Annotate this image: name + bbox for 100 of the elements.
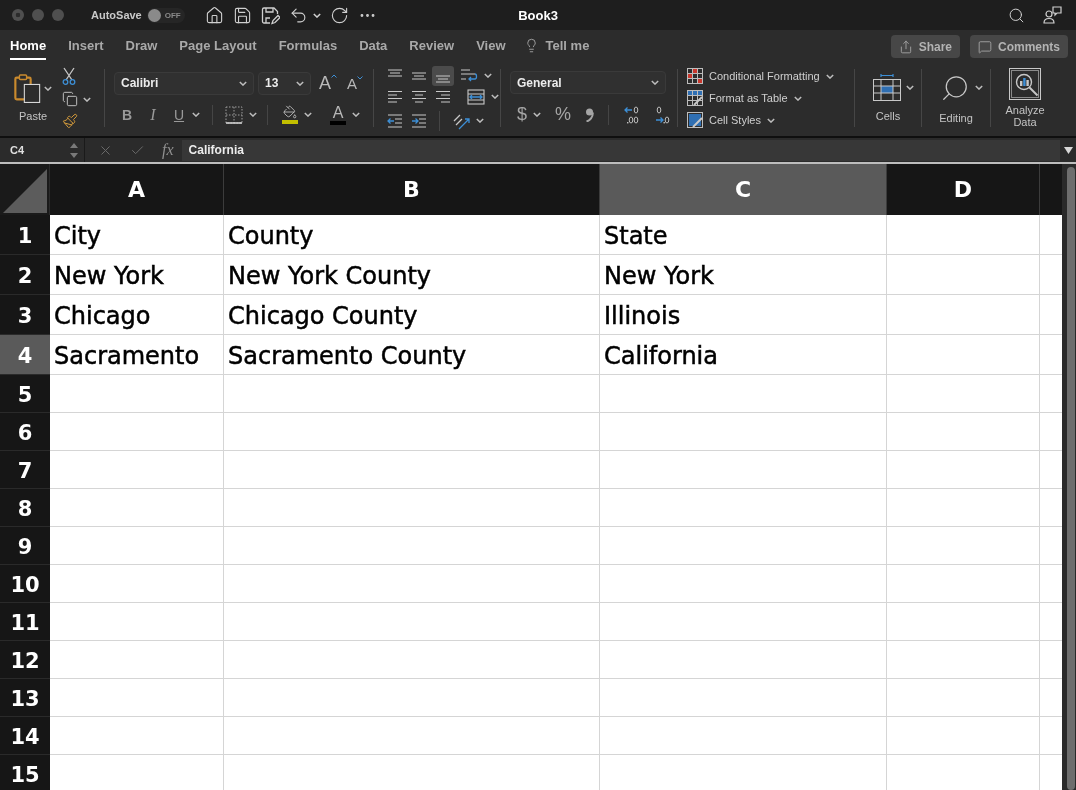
copy-icon[interactable] (62, 91, 78, 107)
wrap-text-icon[interactable] (460, 67, 478, 84)
toggle-knob (147, 8, 161, 22)
font-name-select[interactable]: Calibri (114, 71, 254, 95)
styles-menu-button[interactable]: Conditional Formatting (687, 66, 834, 86)
save-edit-icon[interactable] (260, 5, 280, 25)
chevron-down-icon (491, 94, 499, 99)
borders-button[interactable] (225, 105, 257, 124)
row-header[interactable]: 13 (0, 679, 50, 717)
row-header[interactable]: 15 (0, 755, 50, 790)
scissors-icon[interactable] (62, 67, 76, 85)
people-chat-icon[interactable] (1043, 6, 1062, 24)
chevron-down-icon (352, 112, 360, 117)
select-all-triangle-icon[interactable] (3, 169, 47, 213)
font-style-button[interactable]: U (171, 106, 187, 123)
grow-font-button[interactable]: A (319, 74, 337, 92)
number-format-select[interactable]: General (510, 71, 666, 94)
menu-tab[interactable]: Page Layout (179, 30, 257, 60)
paint-bucket-icon (283, 105, 297, 119)
row-header[interactable]: 7 (0, 451, 50, 489)
name-box[interactable]: C4 (0, 138, 85, 162)
align-icon (411, 71, 427, 80)
chevron-down-icon (296, 80, 304, 86)
menu-tab[interactable]: Data (359, 30, 388, 60)
row-header[interactable]: 3 (0, 295, 50, 335)
chevron-down-icon (484, 73, 492, 78)
column-header[interactable]: D (887, 164, 1040, 215)
save-icon[interactable] (232, 5, 252, 25)
row-header[interactable]: 12 (0, 641, 50, 679)
cells-button[interactable]: Cells (864, 63, 912, 133)
format-table-icon (687, 90, 703, 106)
row-header[interactable]: 6 (0, 413, 50, 451)
editing-button[interactable]: Editing (931, 63, 981, 133)
align-icon[interactable] (411, 89, 427, 104)
menu-tab[interactable]: Draw (125, 30, 158, 60)
scrollbar-thumb[interactable] (1067, 167, 1075, 790)
expand-triangle-icon[interactable] (1064, 146, 1073, 154)
row-header[interactable]: 4 (0, 335, 50, 375)
row-header[interactable]: 5 (0, 375, 50, 413)
insert-function-button[interactable]: fx (162, 141, 174, 159)
styles-menu-button[interactable]: Format as Table (687, 88, 834, 108)
decrease-decimal-icon[interactable] (654, 105, 672, 124)
row-header[interactable]: 11 (0, 603, 50, 641)
merge-cells-icon[interactable] (467, 88, 485, 105)
share-icon (898, 39, 913, 54)
chevron-down-icon (476, 118, 484, 123)
row-header[interactable]: 9 (0, 527, 50, 565)
caret-up-icon (331, 74, 337, 78)
search-icon[interactable] (1008, 6, 1025, 24)
indent-icon[interactable] (387, 113, 403, 128)
window-title: Book3 (518, 7, 558, 23)
font-color-button[interactable]: A (330, 104, 360, 125)
menu-tab[interactable]: Formulas (278, 30, 338, 60)
increase-decimal-icon[interactable] (623, 105, 641, 124)
clipboard-icon (14, 74, 41, 103)
styles-menu-button[interactable]: Cell Styles (687, 110, 834, 130)
row-header[interactable]: 1 (0, 215, 50, 255)
menu-tab[interactable]: View (476, 30, 506, 60)
vertical-align-button[interactable] (432, 65, 454, 86)
analyze-data-button[interactable]: Analyze Data (1000, 63, 1050, 133)
comment-icon (978, 39, 992, 54)
font-style-button[interactable]: B (119, 106, 135, 123)
column-header[interactable]: B (224, 164, 600, 215)
chevron-down-icon (192, 112, 200, 117)
conditional-formatting-icon (687, 68, 703, 84)
percent-button[interactable]: % (555, 104, 572, 125)
comments-button[interactable]: Comments (970, 35, 1068, 58)
paste-button[interactable]: Paste (14, 74, 52, 122)
shrink-font-button[interactable]: A (347, 75, 364, 91)
menu-tab[interactable]: Insert (68, 30, 104, 60)
align-icon[interactable] (387, 89, 403, 104)
currency-button[interactable]: $ (517, 104, 541, 125)
row-header[interactable]: 8 (0, 489, 50, 527)
vertical-scrollbar[interactable] (1062, 164, 1076, 790)
font-style-button[interactable]: I (145, 105, 161, 124)
table-cell: New York (50, 255, 224, 295)
row-header[interactable]: 14 (0, 717, 50, 755)
home-icon[interactable] (204, 5, 224, 25)
formula-input[interactable]: California (181, 139, 1060, 161)
table-cell: California (600, 335, 887, 375)
column-header[interactable]: C (600, 164, 887, 215)
cell-styles-icon (687, 112, 703, 128)
row-header[interactable]: 10 (0, 565, 50, 603)
row-header[interactable]: 2 (0, 255, 50, 295)
comma-style-icon[interactable] (585, 107, 595, 122)
column-header[interactable]: A (50, 164, 224, 215)
font-size-select[interactable]: 13 (258, 71, 311, 95)
redo-icon[interactable] (329, 5, 349, 25)
align-icon[interactable] (435, 89, 451, 104)
table-cell: New York County (224, 255, 600, 295)
menu-tab[interactable]: Review (409, 30, 455, 60)
borders-icon (225, 105, 243, 124)
fill-color-button[interactable] (282, 105, 312, 124)
tell-me-field[interactable]: Tell me (523, 30, 590, 60)
autosave-toggle[interactable]: OFF (146, 7, 185, 23)
chevron-down-icon (766, 117, 775, 123)
share-button[interactable]: Share (890, 35, 960, 58)
indent-icon[interactable] (411, 113, 427, 128)
align-icon (435, 74, 451, 83)
format-painter-icon[interactable] (62, 113, 78, 129)
